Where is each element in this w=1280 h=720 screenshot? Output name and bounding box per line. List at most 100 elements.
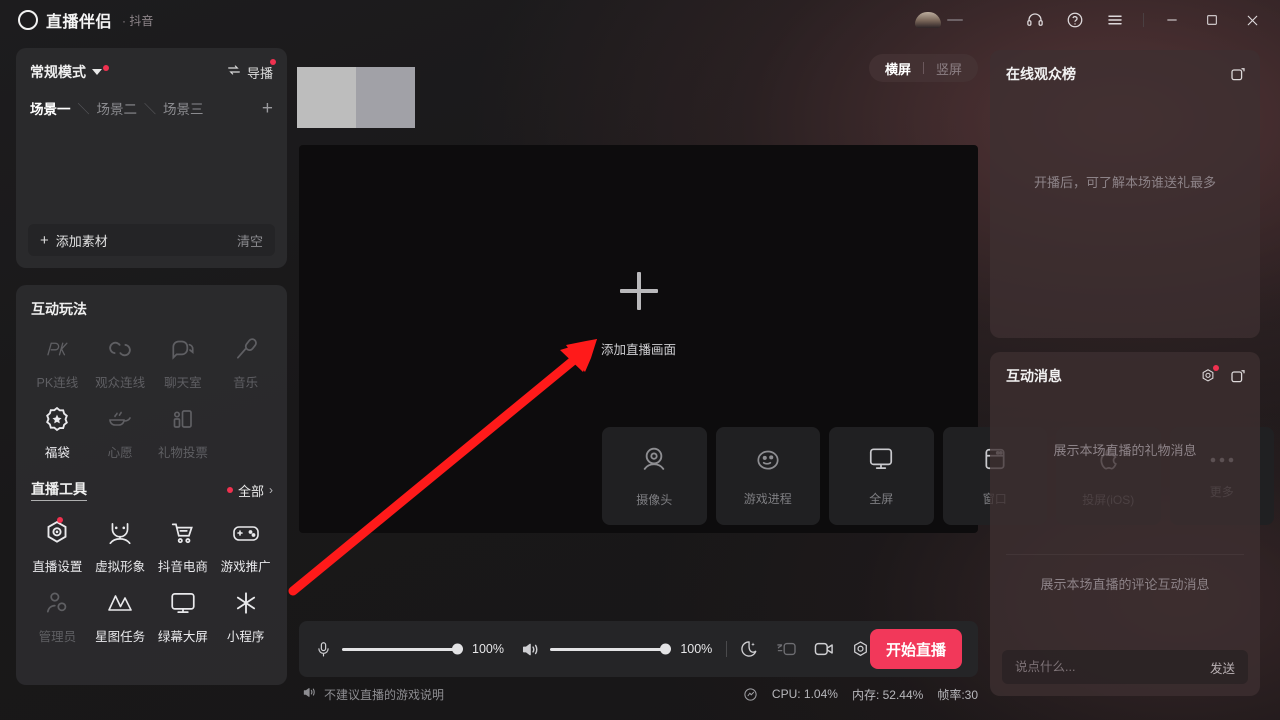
artifact-right-pane [356, 67, 415, 128]
interactive-item-lucky-bag[interactable]: 福袋 [26, 395, 89, 465]
close-button[interactable] [1232, 0, 1272, 40]
popout-window-icon[interactable] [1230, 66, 1246, 82]
source-card-fullscreen[interactable]: 全屏 [829, 427, 934, 525]
interactive-grid: PK连线 观众连线 聊天室 音乐 [26, 325, 277, 395]
chat-input-row[interactable]: 发送 [1002, 650, 1248, 684]
status-strip: 不建议直播的游戏说明 CPU: 1.04% 内存: 52.44% 帧率:30 [303, 684, 978, 704]
add-scene-button[interactable]: + [262, 99, 273, 118]
tool-item-admin[interactable]: 管理员 [26, 579, 89, 649]
source-card-webcam[interactable]: 摄像头 [602, 427, 707, 525]
speaker-volume-group: 100% [521, 641, 714, 658]
performance-monitor-icon[interactable] [743, 687, 758, 702]
scene-tab-3[interactable]: 场景三 [163, 98, 204, 118]
tool-item-game-promo[interactable]: 游戏推广 [214, 509, 277, 579]
wish-lamp-icon [106, 405, 134, 433]
speaker-slider-knob[interactable] [660, 643, 672, 655]
avatar[interactable] [915, 12, 941, 28]
source-card-label: 游戏进程 [743, 491, 792, 506]
help-circle-icon[interactable] [1055, 0, 1095, 40]
hamburger-menu-icon[interactable] [1095, 0, 1135, 40]
titlebar-divider [1143, 13, 1144, 27]
cpu-stat: CPU: 1.04% [771, 687, 838, 701]
preview-hint-label: 添加直播画面 [601, 343, 677, 357]
tool-item-star-map[interactable]: 星图任务 [89, 579, 152, 649]
mic-volume-slider[interactable] [342, 643, 463, 655]
scene-separator: ＼ [77, 101, 90, 116]
source-card-label: 全屏 [869, 491, 894, 506]
interactive-item-music[interactable]: 音乐 [214, 325, 277, 395]
title-bar-right [915, 0, 1280, 40]
send-button[interactable]: 发送 [1210, 658, 1235, 677]
performance-stats: CPU: 1.04% 内存: 52.44% 帧率:30 [743, 686, 978, 703]
minimize-button[interactable] [1152, 0, 1192, 40]
tool-item-green-screen[interactable]: 绿幕大屏 [152, 579, 215, 649]
interactive-item-chatroom[interactable]: 聊天室 [152, 325, 215, 395]
chevron-down-icon[interactable] [92, 69, 102, 75]
interactive-item-gift-vote[interactable]: 礼物投票 [152, 395, 215, 465]
add-asset-bar[interactable]: + 添加素材 清空 [28, 224, 275, 256]
speaker-icon[interactable] [521, 641, 540, 658]
scene-tab-2[interactable]: 场景二 [97, 98, 138, 118]
tools-new-badge [226, 487, 233, 493]
ring-logo-icon [18, 10, 38, 30]
tool-item-label: 小程序 [226, 630, 265, 644]
speaker-volume-value: 100% [680, 642, 713, 656]
brand: 直播伴侣 · 抖音 [18, 8, 153, 32]
settings-gear-icon[interactable] [851, 640, 870, 659]
link-chain-icon [106, 335, 134, 363]
maximize-button[interactable] [1192, 0, 1232, 40]
tools-view-all-button[interactable]: 全部 › [226, 481, 273, 500]
interactive-section-title: 互动玩法 [31, 301, 87, 317]
user-account[interactable] [915, 12, 963, 28]
mode-selector-label[interactable]: 常规模式 [30, 62, 86, 82]
mode-new-badge [103, 65, 109, 71]
warning-text: 不建议直播的游戏说明 [324, 687, 445, 702]
start-live-button[interactable]: 开始直播 [870, 629, 962, 669]
mini-program-asterisk-icon [232, 589, 260, 617]
admin-user-icon [43, 589, 71, 617]
tools-section-head: 直播工具 全部 › [26, 479, 277, 501]
headset-support-icon[interactable] [1015, 0, 1055, 40]
scene-tabs: 场景一 ＼ 场景二 ＼ 场景三 + [30, 98, 273, 118]
tool-item-avatar[interactable]: 虚拟形象 [89, 509, 152, 579]
interactive-item-label: 福袋 [44, 446, 70, 460]
interactive-item-wish[interactable]: 心愿 [89, 395, 152, 465]
pk-icon [43, 335, 71, 363]
tool-new-badge [56, 517, 63, 523]
title-bar: 直播伴侣 · 抖音 [0, 0, 1280, 40]
speaker-volume-slider[interactable] [550, 643, 672, 655]
app-title: 直播伴侣 [46, 14, 113, 31]
interactive-item-audience-link[interactable]: 观众连线 [89, 325, 152, 395]
message-settings-icon[interactable] [1200, 365, 1219, 384]
mic-slider-knob[interactable] [452, 643, 463, 655]
orientation-landscape[interactable]: 横屏 [873, 59, 923, 78]
gamepad-icon [232, 519, 260, 547]
tool-item-live-settings[interactable]: 直播设置 [26, 509, 89, 579]
switch-arrows-icon [226, 62, 242, 83]
preview-stage[interactable]: 添加直播画面 摄像头 游戏进程 全屏 [299, 145, 1274, 533]
mode-row: 常规模式 导播 [30, 58, 276, 83]
microphone-icon[interactable] [315, 641, 332, 658]
avatar-person-icon [106, 519, 134, 547]
chat-input[interactable] [1015, 660, 1210, 674]
messages-panel-title: 互动消息 [1006, 368, 1062, 384]
orientation-portrait[interactable]: 竖屏 [924, 59, 974, 78]
scene-tab-1[interactable]: 场景一 [30, 98, 71, 118]
clear-assets-button[interactable]: 清空 [237, 231, 263, 250]
sound-effect-5d-icon[interactable] [775, 640, 797, 658]
interactive-item-pk[interactable]: PK连线 [26, 325, 89, 395]
interactive-grid-spacer [214, 395, 277, 465]
source-card-game-process[interactable]: 游戏进程 [715, 427, 820, 525]
fullscreen-monitor-icon [867, 446, 895, 477]
tool-item-ecommerce[interactable]: 抖音电商 [152, 509, 215, 579]
popout-window-icon[interactable] [1230, 368, 1246, 384]
tool-item-mini-program[interactable]: 小程序 [214, 579, 277, 649]
director-button[interactable]: 导播 [226, 58, 276, 83]
orientation-toggle[interactable]: 横屏 竖屏 [868, 54, 978, 82]
beauty-filter-icon[interactable] [739, 639, 759, 659]
camera-video-icon[interactable] [813, 640, 835, 658]
warning-notice[interactable]: 不建议直播的游戏说明 [303, 686, 444, 703]
interactive-item-label: 礼物投票 [157, 446, 208, 460]
mic-volume-group: 100% [315, 641, 506, 658]
plus-icon: + [40, 231, 49, 249]
